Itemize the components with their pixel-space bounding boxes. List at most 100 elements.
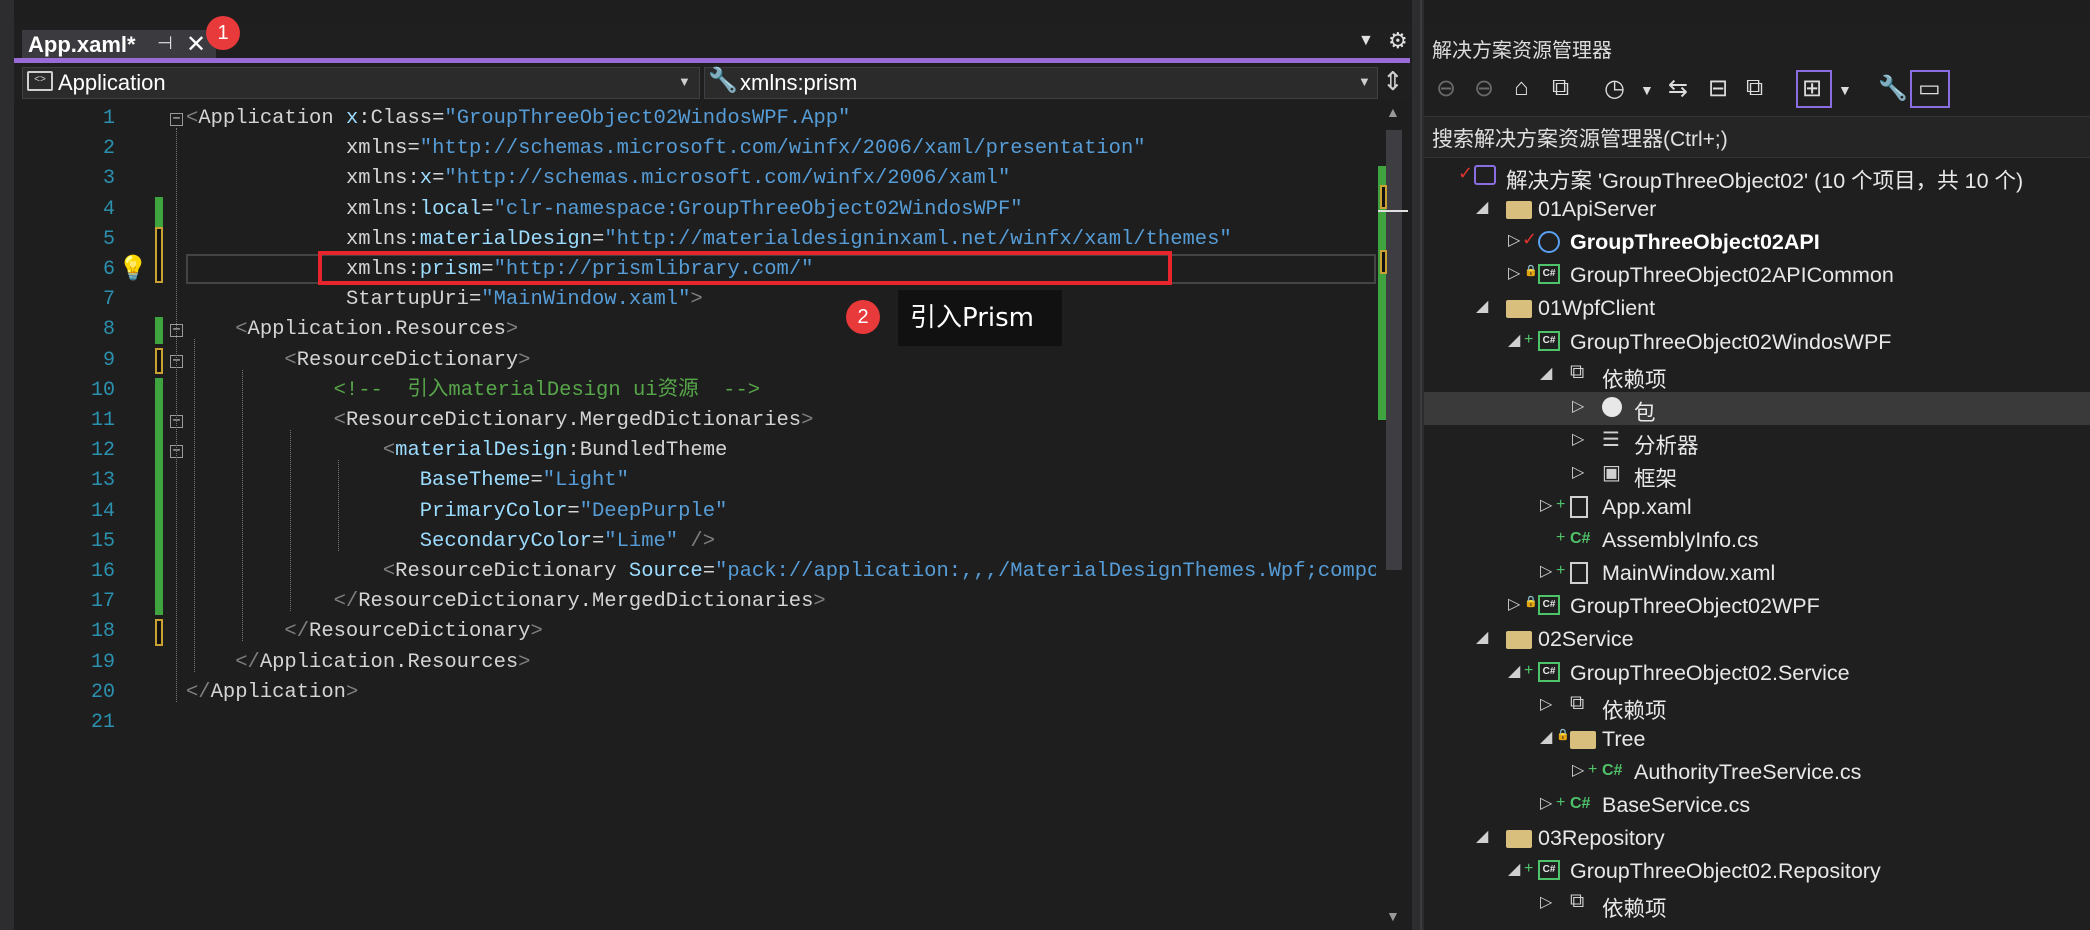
- tree-item[interactable]: ▷ ✓ GroupThreeObject02API: [1424, 226, 2090, 259]
- copy-icon[interactable]: ⧉: [1746, 74, 1763, 102]
- expand-arrow-icon[interactable]: ▷: [1540, 495, 1552, 515]
- code-text-area[interactable]: <Application x:Class="GroupThreeObject02…: [186, 100, 1376, 930]
- code-line[interactable]: SecondaryColor="Lime" />: [186, 527, 715, 557]
- scrollbar-thumb[interactable]: [1386, 130, 1402, 570]
- tree-item[interactable]: ▷ + C# BaseService.cs: [1424, 789, 2090, 822]
- tree-item[interactable]: ◢ + C# GroupThreeObject02.Service: [1424, 657, 2090, 690]
- code-line[interactable]: BaseTheme="Light": [186, 466, 629, 496]
- tree-item[interactable]: ◢ + C# GroupThreeObject02WindosWPF: [1424, 326, 2090, 359]
- expand-arrow-icon[interactable]: ▷: [1572, 760, 1584, 780]
- tree-item[interactable]: ▷ + MainWindow.xaml: [1424, 557, 2090, 590]
- vs-switch-icon[interactable]: ⧉: [1552, 74, 1569, 102]
- code-line[interactable]: </Application>: [186, 678, 358, 708]
- code-line[interactable]: xmlns:local="clr-namespace:GroupThreeObj…: [186, 195, 1023, 225]
- expand-arrow-icon[interactable]: ▷: [1572, 462, 1584, 482]
- code-line[interactable]: xmlns="http://schemas.microsoft.com/winf…: [186, 134, 1146, 164]
- collapse-arrow-icon[interactable]: ◢: [1508, 859, 1520, 879]
- code-token: </: [284, 620, 310, 644]
- history-icon[interactable]: ◷: [1604, 74, 1625, 103]
- line-number: 6: [102, 258, 115, 281]
- code-line[interactable]: <ResourceDictionary>: [186, 346, 530, 376]
- expand-arrow-icon[interactable]: ▷: [1540, 561, 1552, 581]
- scroll-down-icon[interactable]: ▼: [1386, 908, 1400, 924]
- collapse-arrow-icon[interactable]: ◢: [1508, 330, 1520, 350]
- tree-item[interactable]: ▷ ☰ 分析器: [1424, 425, 2090, 458]
- tree-item[interactable]: ◢ 01WpfClient: [1424, 292, 2090, 325]
- left-tool-strip: [0, 0, 14, 930]
- code-line[interactable]: <Application x:Class="GroupThreeObject02…: [186, 104, 850, 134]
- split-window-icon[interactable]: ⇕: [1382, 66, 1404, 97]
- chevron-down-icon[interactable]: ▼: [678, 74, 691, 89]
- expand-arrow-icon[interactable]: ▷: [1572, 429, 1584, 449]
- lightbulb-icon[interactable]: 💡: [118, 254, 148, 283]
- code-line[interactable]: <!-- 引入materialDesign ui资源 -->: [186, 376, 760, 406]
- collapse-arrow-icon[interactable]: ◢: [1476, 197, 1488, 217]
- collapse-arrow-icon[interactable]: ◢: [1476, 627, 1488, 647]
- code-line[interactable]: PrimaryColor="DeepPurple": [186, 497, 728, 527]
- tree-item-label: AuthorityTreeService.cs: [1634, 759, 1862, 784]
- collapse-icon[interactable]: ⊟: [1708, 74, 1728, 103]
- tree-item[interactable]: ▷ 🔒 C# GroupThreeObject02APICommon: [1424, 259, 2090, 292]
- collapse-arrow-icon[interactable]: ◢: [1508, 661, 1520, 681]
- code-line[interactable]: </ResourceDictionary>: [186, 617, 542, 647]
- analyzer-icon: ☰: [1602, 428, 1620, 451]
- sync-icon[interactable]: ⇆: [1668, 74, 1688, 103]
- tab-title[interactable]: App.xaml*: [28, 32, 136, 58]
- dropdown-icon[interactable]: ▼: [1838, 82, 1852, 98]
- close-icon[interactable]: ✕: [186, 30, 206, 59]
- tree-item[interactable]: ▷ + App.xaml: [1424, 491, 2090, 524]
- expand-arrow-icon[interactable]: ▷: [1508, 594, 1520, 614]
- tree-item[interactable]: ◢ ⧉ 依赖项: [1424, 359, 2090, 392]
- expand-arrow-icon[interactable]: ▷: [1540, 694, 1552, 714]
- expand-arrow-icon[interactable]: ▷: [1508, 230, 1520, 250]
- back-icon[interactable]: ⊖: [1436, 74, 1456, 103]
- tree-item[interactable]: + C# AssemblyInfo.cs: [1424, 524, 2090, 557]
- expand-arrow-icon[interactable]: ▷: [1540, 793, 1552, 813]
- tree-item[interactable]: ◢ + C# GroupThreeObject02.Repository: [1424, 855, 2090, 888]
- tree-item[interactable]: ▷ 包: [1424, 391, 2090, 425]
- pin-icon[interactable]: ⊣: [157, 33, 173, 54]
- pane-splitter[interactable]: [1412, 0, 1424, 930]
- collapse-arrow-icon[interactable]: ◢: [1540, 727, 1552, 747]
- collapse-arrow-icon[interactable]: ◢: [1540, 363, 1552, 383]
- tree-item[interactable]: ▷ ⧉ 依赖项: [1424, 888, 2090, 921]
- tree-item[interactable]: ▷ 🔒 C# GroupThreeObject02WPF: [1424, 590, 2090, 623]
- code-token: >: [505, 318, 519, 342]
- code-token: xmlns: [345, 227, 408, 251]
- code-line[interactable]: </Application.Resources>: [186, 648, 530, 678]
- collapse-region-icon[interactable]: −: [170, 112, 183, 126]
- expand-arrow-icon[interactable]: ▷: [1540, 892, 1552, 912]
- type-scope-value: Application: [58, 70, 166, 95]
- forward-icon[interactable]: ⊖: [1474, 74, 1494, 103]
- code-token: =: [567, 499, 580, 523]
- home-icon[interactable]: ⌂: [1514, 74, 1529, 102]
- tree-item-label: 01ApiServer: [1538, 197, 1657, 222]
- tree-item[interactable]: ◢ 02Service: [1424, 623, 2090, 656]
- code-line[interactable]: <ResourceDictionary.MergedDictionaries>: [186, 406, 814, 436]
- tree-item[interactable]: ✓ 解决方案 'GroupThreeObject02' (10 个项目，共 10 …: [1424, 160, 2090, 193]
- tab-list-dropdown-icon[interactable]: ▼: [1358, 32, 1374, 50]
- expand-arrow-icon[interactable]: ▷: [1572, 396, 1584, 416]
- expand-arrow-icon[interactable]: ▷: [1508, 263, 1520, 283]
- collapse-arrow-icon[interactable]: ◢: [1476, 296, 1488, 316]
- collapse-arrow-icon[interactable]: ◢: [1476, 826, 1488, 846]
- tree-item[interactable]: ▷ ⧉ 依赖项: [1424, 690, 2090, 723]
- tree-item[interactable]: ◢ 03Repository: [1424, 822, 2090, 855]
- code-line[interactable]: <Application.Resources>: [186, 315, 518, 345]
- tree-item[interactable]: ◢ 01ApiServer: [1424, 193, 2090, 226]
- properties-icon[interactable]: 🔧: [1878, 74, 1908, 103]
- tree-item[interactable]: ▷ ▣ 框架: [1424, 458, 2090, 491]
- dropdown-icon[interactable]: ▼: [1640, 82, 1654, 98]
- gear-icon[interactable]: ⚙: [1388, 28, 1408, 54]
- code-line[interactable]: <ResourceDictionary Source="pack://appli…: [186, 557, 1376, 587]
- code-line[interactable]: <materialDesign:BundledTheme: [186, 436, 727, 466]
- tree-item[interactable]: ▷ + C# AuthorityTreeService.cs: [1424, 756, 2090, 789]
- code-line[interactable]: </ResourceDictionary.MergedDictionaries>: [186, 587, 826, 617]
- scroll-up-icon[interactable]: ▲: [1386, 104, 1400, 120]
- tree-item[interactable]: ◢ 🔒 Tree: [1424, 723, 2090, 756]
- code-line[interactable]: xmlns:x="http://schemas.microsoft.com/wi…: [186, 164, 1010, 194]
- code-line[interactable]: StartupUri="MainWindow.xaml">: [186, 285, 703, 315]
- chevron-down-icon[interactable]: ▼: [1358, 74, 1371, 89]
- search-placeholder[interactable]: 搜索解决方案资源管理器(Ctrl+;): [1432, 123, 1728, 153]
- csharp-project-icon: C#: [1538, 330, 1560, 351]
